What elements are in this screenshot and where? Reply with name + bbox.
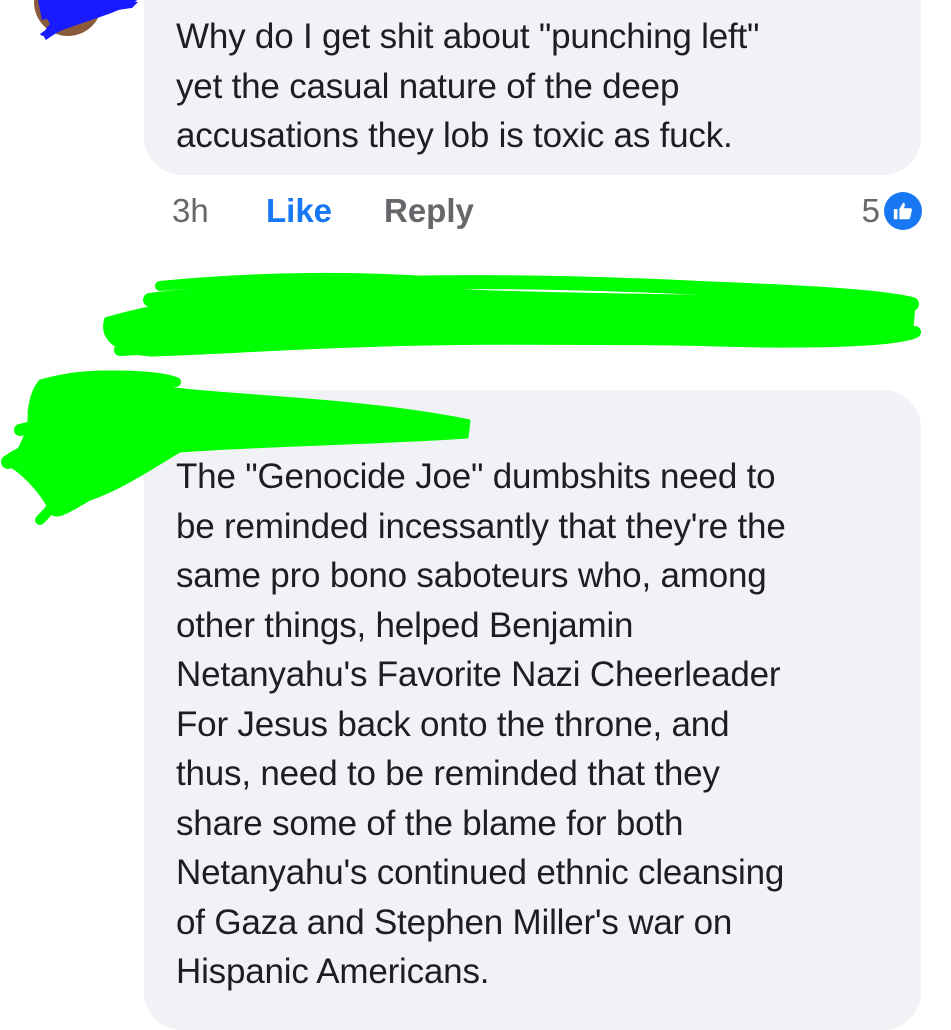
reaction-count: 5: [861, 192, 880, 229]
comment-text: Why do I get shit about "punching left" …: [176, 17, 760, 155]
comment-text: The "Genocide Joe" dumbshits need to be …: [176, 457, 786, 991]
reply-button[interactable]: Reply: [384, 188, 474, 234]
like-button[interactable]: Like: [266, 188, 332, 234]
comment-bubble: The "Genocide Joe" dumbshits need to be …: [144, 390, 921, 1030]
like-icon: [884, 192, 922, 230]
comment-actions: 3h Like Reply 5: [172, 188, 922, 234]
reaction-summary[interactable]: 5: [862, 188, 922, 234]
comment-timestamp[interactable]: 3h: [172, 188, 209, 234]
comment-bubble: Why do I get shit about "punching left" …: [144, 0, 921, 175]
avatar-redacted[interactable]: [28, 0, 148, 60]
